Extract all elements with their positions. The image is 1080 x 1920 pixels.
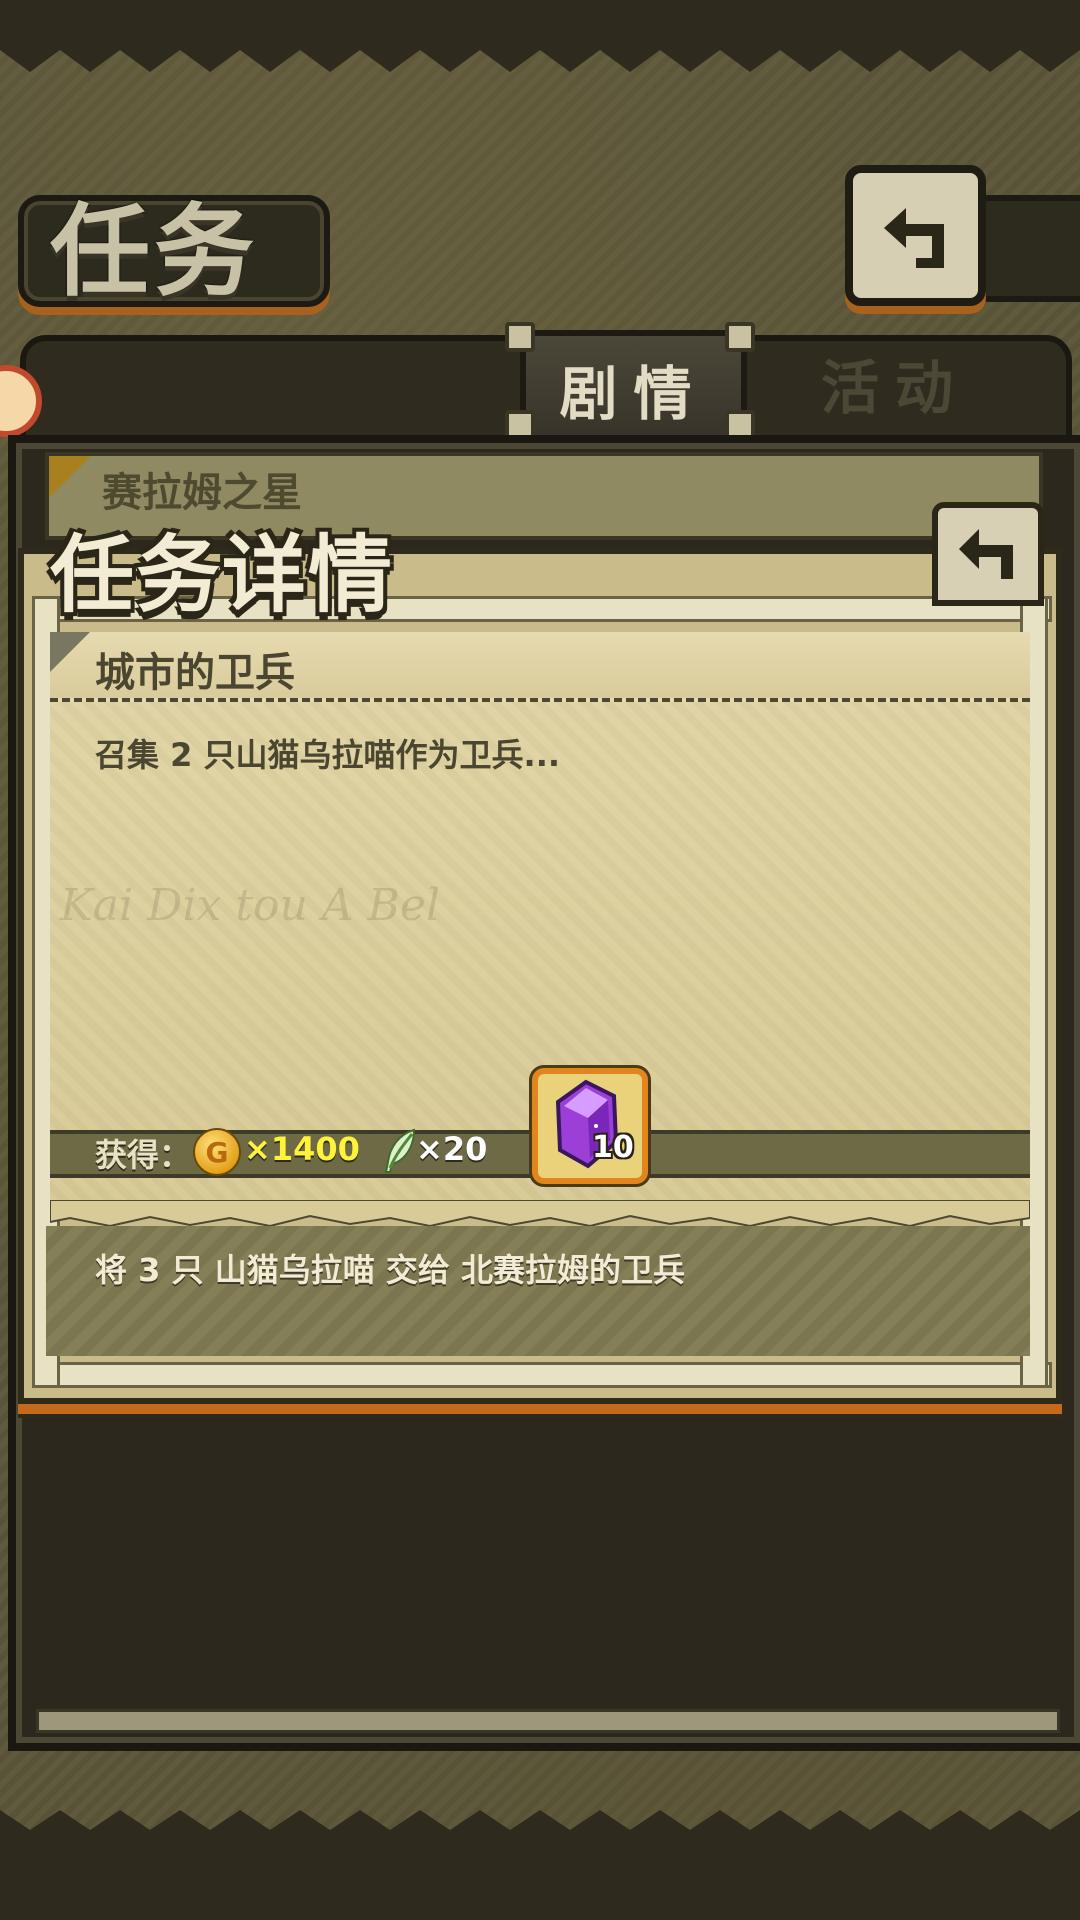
top-jagged-border: [0, 0, 1080, 72]
back-arrow-icon: [959, 529, 1013, 579]
quest-description: 召集 2 只山猫乌拉喵作为卫兵...: [95, 736, 561, 774]
gold-reward-amount: ×1400: [244, 1130, 360, 1168]
feather-icon: [384, 1128, 416, 1173]
back-bar: [975, 195, 1080, 302]
tab-event[interactable]: 活动: [770, 330, 1020, 435]
dialog-title: 任务详情: [50, 525, 395, 624]
feather-reward-amount: ×20: [416, 1130, 488, 1168]
map-watermark: Kai Dix tou A Bel: [60, 880, 441, 931]
quest-name: 城市的卫兵: [95, 650, 295, 696]
panel-rail: [36, 1709, 1060, 1733]
tab-story[interactable]: 剧情: [520, 330, 747, 441]
hand-in-instruction: 将 3 只 山猫乌拉喵 交给 北赛拉姆的卫兵: [95, 1251, 685, 1289]
dialog-rail: [34, 1362, 1052, 1388]
tab-peg: [725, 322, 755, 352]
bottom-jagged-border: [0, 1810, 1080, 1920]
reward-item-count: 10: [592, 1130, 634, 1165]
gold-coin-icon: G: [193, 1128, 241, 1176]
tab-peg: [505, 322, 535, 352]
reward-item-slot[interactable]: [532, 1068, 648, 1184]
reward-label: 获得：: [95, 1136, 192, 1174]
back-arrow-icon: [883, 207, 944, 268]
page-title: 任务: [50, 192, 258, 310]
dialog-back-button[interactable]: [932, 502, 1044, 606]
back-button[interactable]: [845, 165, 986, 306]
